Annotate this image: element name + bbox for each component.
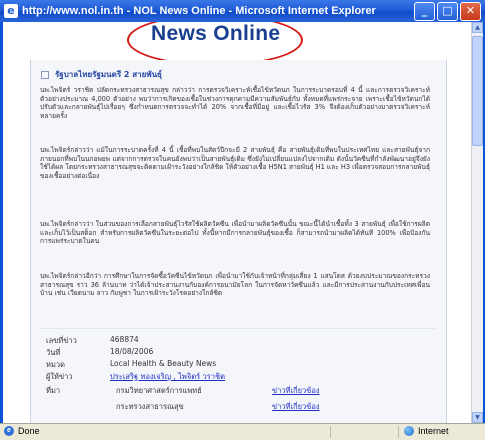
site-header: News Online (3, 22, 471, 66)
status-text: Done (18, 426, 40, 436)
meta-label: เลขที่ข่าว (46, 336, 77, 345)
title-bar: e http://www.nol.in.th - NOL News Online… (0, 0, 485, 22)
globe-icon (404, 426, 414, 436)
meta-label: หมวด (46, 360, 65, 369)
maximize-button[interactable]: □ (437, 1, 458, 21)
article-panel: รัฐบาลไทยรัฐมนตรี 2 สายพันธุ์ นพ.ไพจิตร์… (30, 60, 447, 423)
scroll-down-icon[interactable]: ▼ (472, 412, 483, 423)
close-button[interactable]: ✕ (460, 1, 481, 21)
ie-logo-icon: e (4, 4, 18, 18)
news-id: 468874 (110, 335, 139, 344)
news-category: Local Health & Beauty News (110, 359, 217, 368)
zone-text: Internet (418, 426, 449, 436)
topic-text: รัฐบาลไทยรัฐมนตรี 2 สายพันธุ์ (55, 70, 162, 79)
minimize-button[interactable]: _ (414, 1, 435, 21)
related-news-link[interactable]: ข่าวที่เกี่ยวข้อง (272, 385, 320, 397)
news-date: 18/08/2006 (110, 347, 154, 356)
article-topic: รัฐบาลไทยรัฐมนตรี 2 สายพันธุ์ (41, 68, 162, 81)
meta-label: วันที่ (46, 348, 61, 357)
vertical-scrollbar[interactable]: ▲ ▼ (471, 22, 483, 423)
meta-label: ที่มา (46, 386, 61, 395)
scroll-thumb[interactable] (472, 36, 483, 146)
status-done: e Done (4, 426, 40, 436)
status-bar: e Done Internet (0, 423, 485, 440)
window-title: http://www.nol.in.th - NOL News Online -… (22, 5, 376, 17)
browser-window: News Online รัฐบาลไทยรัฐมนตรี 2 สายพันธุ… (0, 22, 485, 423)
source-agency: กรมวิทยาศาสตร์การแพทย์ (116, 386, 202, 395)
article-paragraph: นพ.ไพจิตร์กล่าวว่า ในส่วนของการเลือกสายพ… (40, 220, 430, 246)
status-divider (330, 426, 331, 438)
article-paragraph: นพ.ไพจิตร์ วราชิต ปลัดกระทรวงสาธารณสุข ก… (40, 86, 430, 120)
status-divider (398, 426, 399, 438)
related-news-link[interactable]: ข่าวที่เกี่ยวข้อง (272, 401, 320, 413)
security-zone: Internet (404, 426, 449, 436)
source-ministry: กระทรวงสาธารณสุข (116, 402, 184, 411)
scroll-up-icon[interactable]: ▲ (472, 22, 483, 33)
bullet-icon (41, 70, 49, 79)
article-meta: เลขที่ข่าว 468874 วันที่ 18/08/2006 หมวด… (40, 328, 435, 411)
page-icon: e (4, 426, 14, 436)
page-content: News Online รัฐบาลไทยรัฐมนตรี 2 สายพันธุ… (3, 22, 471, 423)
meta-label: ผู้ให้ข่าว (46, 372, 73, 381)
article-paragraph: นพ.ไพจิตร์กล่าวว่า แม้ในการระบาดครั้งที่… (40, 146, 430, 180)
article-paragraph: นพ.ไพจิตร์กล่าวอีกว่า การศึกษาในการจัดซื… (40, 272, 430, 298)
contributors-link[interactable]: ประเสริฐ ทองเจริญ , ไพจิตร์ วราชิต (110, 371, 225, 383)
